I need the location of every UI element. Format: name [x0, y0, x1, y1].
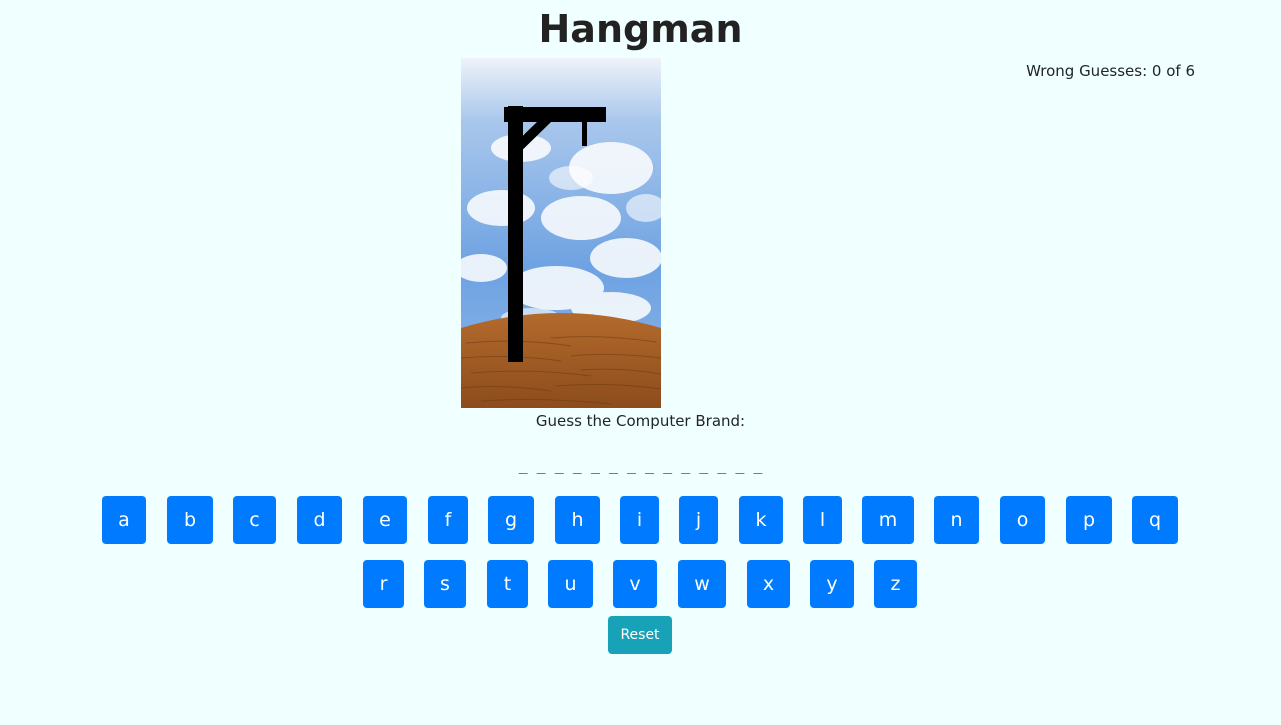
letter-button-w[interactable]: w: [678, 560, 726, 608]
letter-button-l[interactable]: l: [803, 496, 842, 544]
letter-button-b[interactable]: b: [167, 496, 213, 544]
letter-button-j[interactable]: j: [679, 496, 718, 544]
letter-button-i[interactable]: i: [620, 496, 659, 544]
letter-button-z[interactable]: z: [874, 560, 917, 608]
category-prompt: Guess the Computer Brand:: [535, 412, 746, 430]
gallows-image: [461, 58, 661, 408]
letter-button-d[interactable]: d: [297, 496, 342, 544]
letter-button-h[interactable]: h: [555, 496, 600, 544]
letter-button-y[interactable]: y: [810, 560, 854, 608]
letter-button-n[interactable]: n: [934, 496, 979, 544]
letter-button-f[interactable]: f: [428, 496, 468, 544]
letter-button-r[interactable]: r: [363, 560, 404, 608]
letter-button-x[interactable]: x: [747, 560, 790, 608]
letter-button-t[interactable]: t: [487, 560, 528, 608]
letter-button-e[interactable]: e: [363, 496, 407, 544]
letter-button-q[interactable]: q: [1132, 496, 1178, 544]
wrong-guesses-counter: Wrong Guesses: 0 of 6: [1026, 62, 1195, 80]
letter-button-c[interactable]: c: [233, 496, 276, 544]
letter-button-m[interactable]: m: [862, 496, 914, 544]
reset-button[interactable]: Reset: [608, 616, 672, 654]
page-title: Hangman: [538, 7, 743, 51]
letter-button-o[interactable]: o: [1000, 496, 1045, 544]
letter-button-g[interactable]: g: [488, 496, 534, 544]
letter-button-v[interactable]: v: [613, 560, 657, 608]
word-display: _ _ _ _ _ _ _ _ _ _ _ _ _ _: [518, 456, 763, 474]
letter-button-s[interactable]: s: [424, 560, 466, 608]
letter-button-k[interactable]: k: [739, 496, 783, 544]
letter-button-p[interactable]: p: [1066, 496, 1112, 544]
letter-button-u[interactable]: u: [548, 560, 593, 608]
letter-button-a[interactable]: a: [102, 496, 146, 544]
